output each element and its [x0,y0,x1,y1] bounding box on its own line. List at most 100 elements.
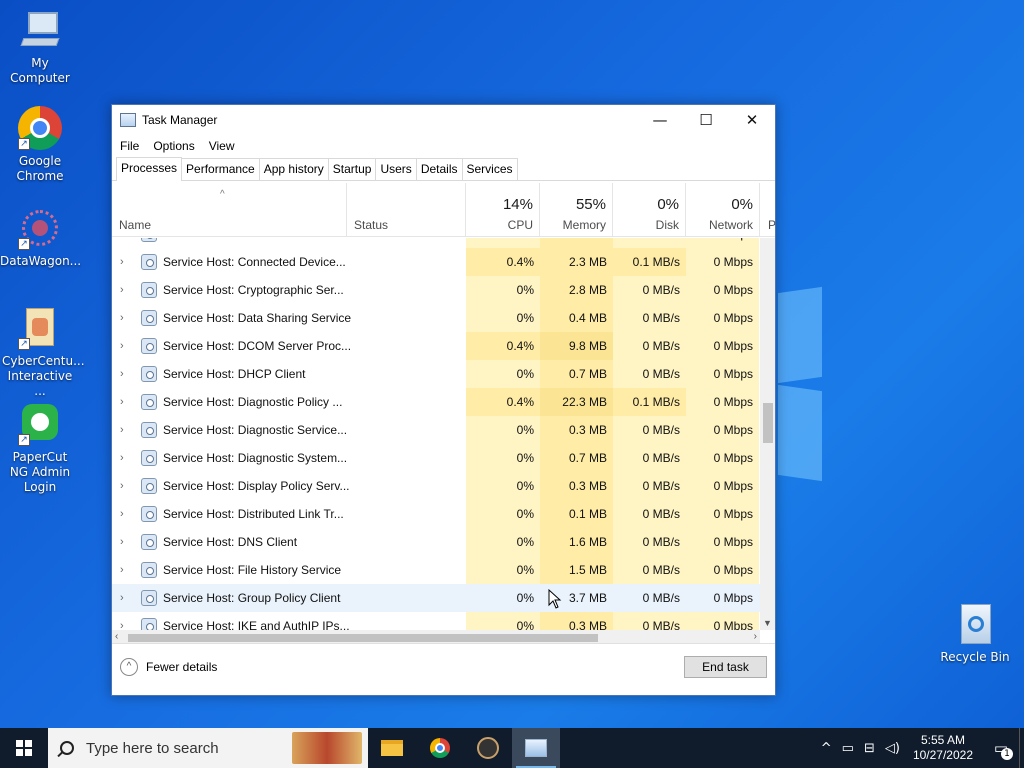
desktop-icon-recycle-bin[interactable]: Recycle Bin [935,602,1015,665]
process-name: Service Host: Group Policy Client [163,591,341,605]
expand-chevron-icon[interactable]: › [120,248,132,276]
column-header-cpu[interactable]: 14% CPU [466,183,540,237]
tab-startup[interactable]: Startup [327,158,377,180]
column-header-network[interactable]: 0% Network [686,183,760,237]
end-task-button[interactable]: End task [684,656,767,678]
fewer-details-link[interactable]: ^ Fewer details [120,658,217,676]
table-row[interactable]: › Service Host: Data Sharing Service 0% 0.4… [112,304,760,332]
tab-details[interactable]: Details [415,158,463,180]
process-memory: 0.3 MB [540,416,613,444]
tab-services[interactable]: Services [461,158,518,180]
expand-chevron-icon[interactable]: › [120,416,132,444]
scroll-right-arrow-icon[interactable]: › [754,631,757,642]
taskbar-file-explorer[interactable] [368,728,416,768]
expand-chevron-icon[interactable]: › [120,528,132,556]
desktop-icon-google-chrome[interactable]: ↗ Google Chrome [0,106,80,184]
expand-chevron-icon[interactable]: › [120,556,132,584]
expand-chevron-icon[interactable]: › [120,388,132,416]
column-header-name[interactable]: ^ Name [112,183,347,237]
table-row[interactable]: › Service Host: Diagnostic Service... 0% 0.… [112,416,760,444]
menu-file[interactable]: File [120,139,139,153]
table-row[interactable]: › Service Host: Distributed Link Tr... 0% 0… [112,500,760,528]
wallpaper-light [778,384,822,482]
expand-chevron-icon[interactable]: › [120,360,132,388]
show-hidden-icons-chevron-icon[interactable]: ^ [821,741,832,756]
expand-chevron-icon[interactable]: › [120,612,132,630]
taskbar-search-box[interactable]: Type here to search [48,728,368,768]
vertical-scrollbar[interactable]: ▼ [760,238,775,630]
process-network: 0 Mbps [686,444,759,472]
table-row[interactable]: › Service Host: DNS Client 0% 1.6 MB 0 MB/s 0… [112,528,760,556]
mouse-cursor-icon [548,589,562,609]
scroll-down-arrow-icon[interactable]: ▼ [763,618,772,628]
menu-view[interactable]: View [209,139,235,153]
maximize-button[interactable]: ☐ [683,105,729,135]
table-row[interactable]: › Service Host: Diagnostic Policy ... 0.4%… [112,388,760,416]
expand-chevron-icon[interactable]: › [120,304,132,332]
process-memory: 22.3 MB [540,388,613,416]
process-network: 0 Mbps [686,360,759,388]
process-memory: 2.8 MB [540,276,613,304]
volume-icon[interactable]: ◁) [885,741,900,756]
column-header-power[interactable]: P [760,183,776,237]
process-network: 0 Mbps [686,556,759,584]
column-header-memory[interactable]: 55% Memory [540,183,613,237]
table-row[interactable]: › Service Host: Diagnostic System... 0% 0.7… [112,444,760,472]
vertical-scroll-thumb[interactable] [763,403,773,443]
tab-users[interactable]: Users [375,158,417,180]
action-center-button[interactable]: ▭ 1 [983,728,1019,768]
task-manager-icon [120,113,136,127]
process-disk: 0 MB/s [613,444,686,472]
desktop-icon-papercut[interactable]: ↗ PaperCut NG Admin Login [0,402,80,495]
horizontal-scroll-thumb[interactable] [128,634,598,642]
network-icon[interactable]: ⊟ [864,741,875,756]
table-row[interactable]: › Service Host: IKE and AuthIP IPs... 0% 0.… [112,612,760,630]
desktop-icon-label: DataWagon... [0,254,82,268]
tab-strip: Processes Performance App history Startu… [112,157,775,181]
process-cpu: 0% [466,500,540,528]
table-row[interactable]: › Service Host: Connected Device... 0% 6… [112,238,760,248]
expand-chevron-icon[interactable]: › [120,444,132,472]
title-bar[interactable]: Task Manager — ☐ ✕ [112,105,775,135]
expand-chevron-icon[interactable]: › [120,332,132,360]
process-disk: 0 MB/s [613,472,686,500]
show-desktop-button[interactable] [1019,728,1024,768]
desktop-icon-my-computer[interactable]: My Computer [0,8,80,86]
process-memory: 2.3 MB [540,248,613,276]
tablet-icon[interactable]: ▭ [842,741,854,756]
process-disk: 0 MB/s [613,416,686,444]
taskbar-chrome[interactable] [416,728,464,768]
process-disk: 0.1 MB/s [613,248,686,276]
expand-chevron-icon[interactable]: › [120,584,132,612]
tab-processes[interactable]: Processes [116,157,183,181]
column-header-status[interactable]: Status [347,183,466,237]
expand-chevron-icon[interactable]: › [120,500,132,528]
table-row[interactable]: › Service Host: DCOM Server Proc... 0.4% 9.… [112,332,760,360]
process-memory: 0.3 MB [540,612,613,630]
taskbar-clock[interactable]: 5:55 AM 10/27/2022 [913,733,973,763]
start-button[interactable] [0,728,48,768]
close-button[interactable]: ✕ [729,105,775,135]
scroll-left-arrow-icon[interactable]: ‹ [115,631,118,642]
table-row[interactable]: › Service Host: Group Policy Client 0% 3.7 … [112,584,760,612]
tab-performance[interactable]: Performance [181,158,260,180]
table-row[interactable]: › Service Host: DHCP Client 0% 0.7 MB 0 MB/s… [112,360,760,388]
desktop-icon-datawagon[interactable]: ↗ DataWagon... [0,206,82,269]
table-row[interactable]: › Service Host: Connected Device... 0.4% 2.… [112,248,760,276]
expand-chevron-icon[interactable]: › [120,472,132,500]
table-row[interactable]: › Service Host: Cryptographic Ser... 0% 2.8… [112,276,760,304]
tab-app-history[interactable]: App history [258,158,329,180]
taskbar-app[interactable] [464,728,512,768]
process-name: Service Host: Diagnostic Policy ... [163,395,343,409]
table-row[interactable]: › Service Host: File History Service 0% 1.5… [112,556,760,584]
column-header-disk[interactable]: 0% Disk [613,183,686,237]
minimize-button[interactable]: — [637,105,683,135]
expand-chevron-icon[interactable]: › [120,238,132,248]
table-row[interactable]: › Service Host: Display Policy Serv... 0% 0… [112,472,760,500]
taskbar-task-manager[interactable] [512,728,560,768]
menu-options[interactable]: Options [153,139,194,153]
service-gear-icon [141,590,157,606]
datawagon-icon: ↗ [18,206,62,250]
expand-chevron-icon[interactable]: › [120,276,132,304]
desktop-icon-cybercentury[interactable]: ↗ CyberCentu... Interactive ... [0,306,85,399]
